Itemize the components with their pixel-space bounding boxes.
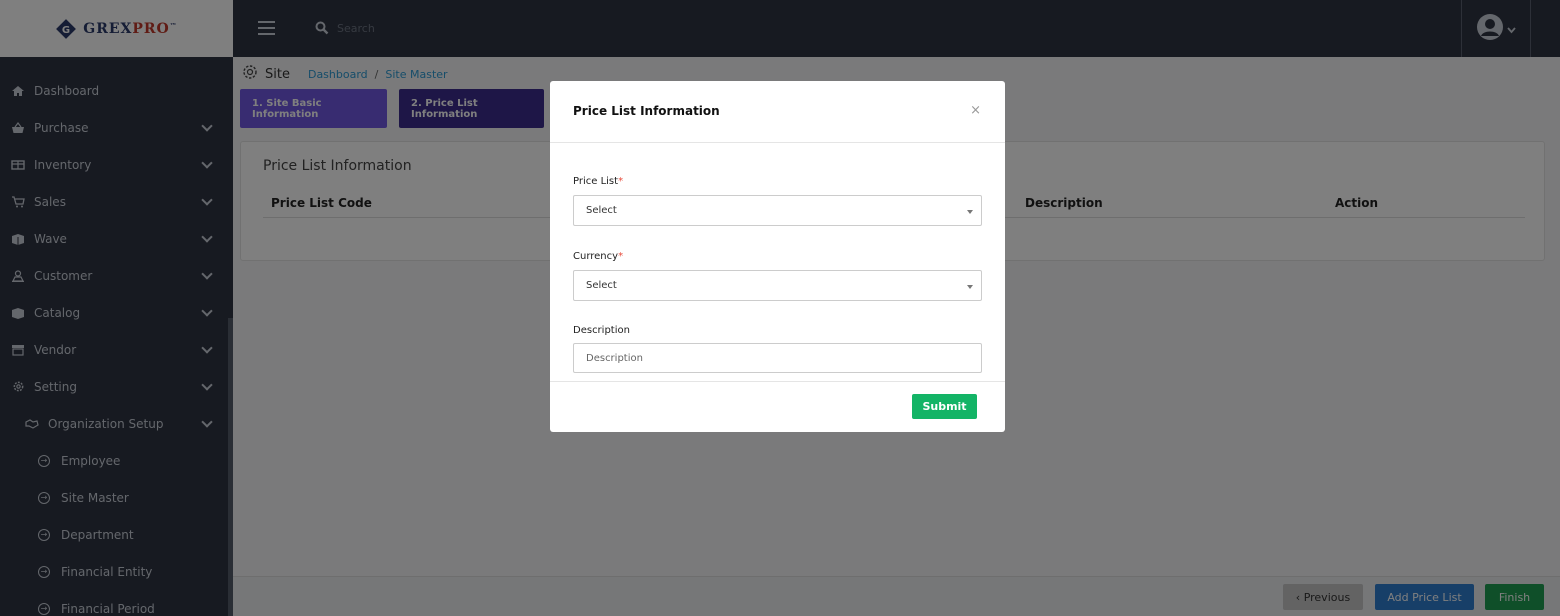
price-list-field-group: Price List* Select (573, 169, 982, 226)
modal-title: Price List Information (573, 104, 720, 118)
description-input[interactable] (573, 343, 982, 373)
price-list-label: Price List* (573, 176, 624, 187)
price-list-select[interactable]: Select (573, 195, 982, 226)
submit-button[interactable]: Submit (912, 394, 977, 419)
modal-header: Price List Information × (550, 81, 1005, 143)
close-icon[interactable]: × (970, 104, 981, 117)
price-list-selected-value: Select (586, 205, 617, 216)
modal-body: Price List* Select Currency* Select Desc… (573, 143, 982, 373)
price-list-modal: Price List Information × Price List* Sel… (550, 81, 1005, 432)
currency-label: Currency* (573, 251, 624, 262)
description-label: Description (573, 325, 630, 336)
description-field-group: Description (573, 318, 982, 373)
caret-down-icon (967, 210, 973, 214)
currency-selected-value: Select (586, 280, 617, 291)
caret-down-icon (967, 285, 973, 289)
currency-field-group: Currency* Select (573, 244, 982, 301)
modal-footer: Submit (550, 381, 1005, 432)
app: G GREXPRO™ Dashboard Purchase Inventory … (0, 0, 1560, 616)
currency-select[interactable]: Select (573, 270, 982, 301)
